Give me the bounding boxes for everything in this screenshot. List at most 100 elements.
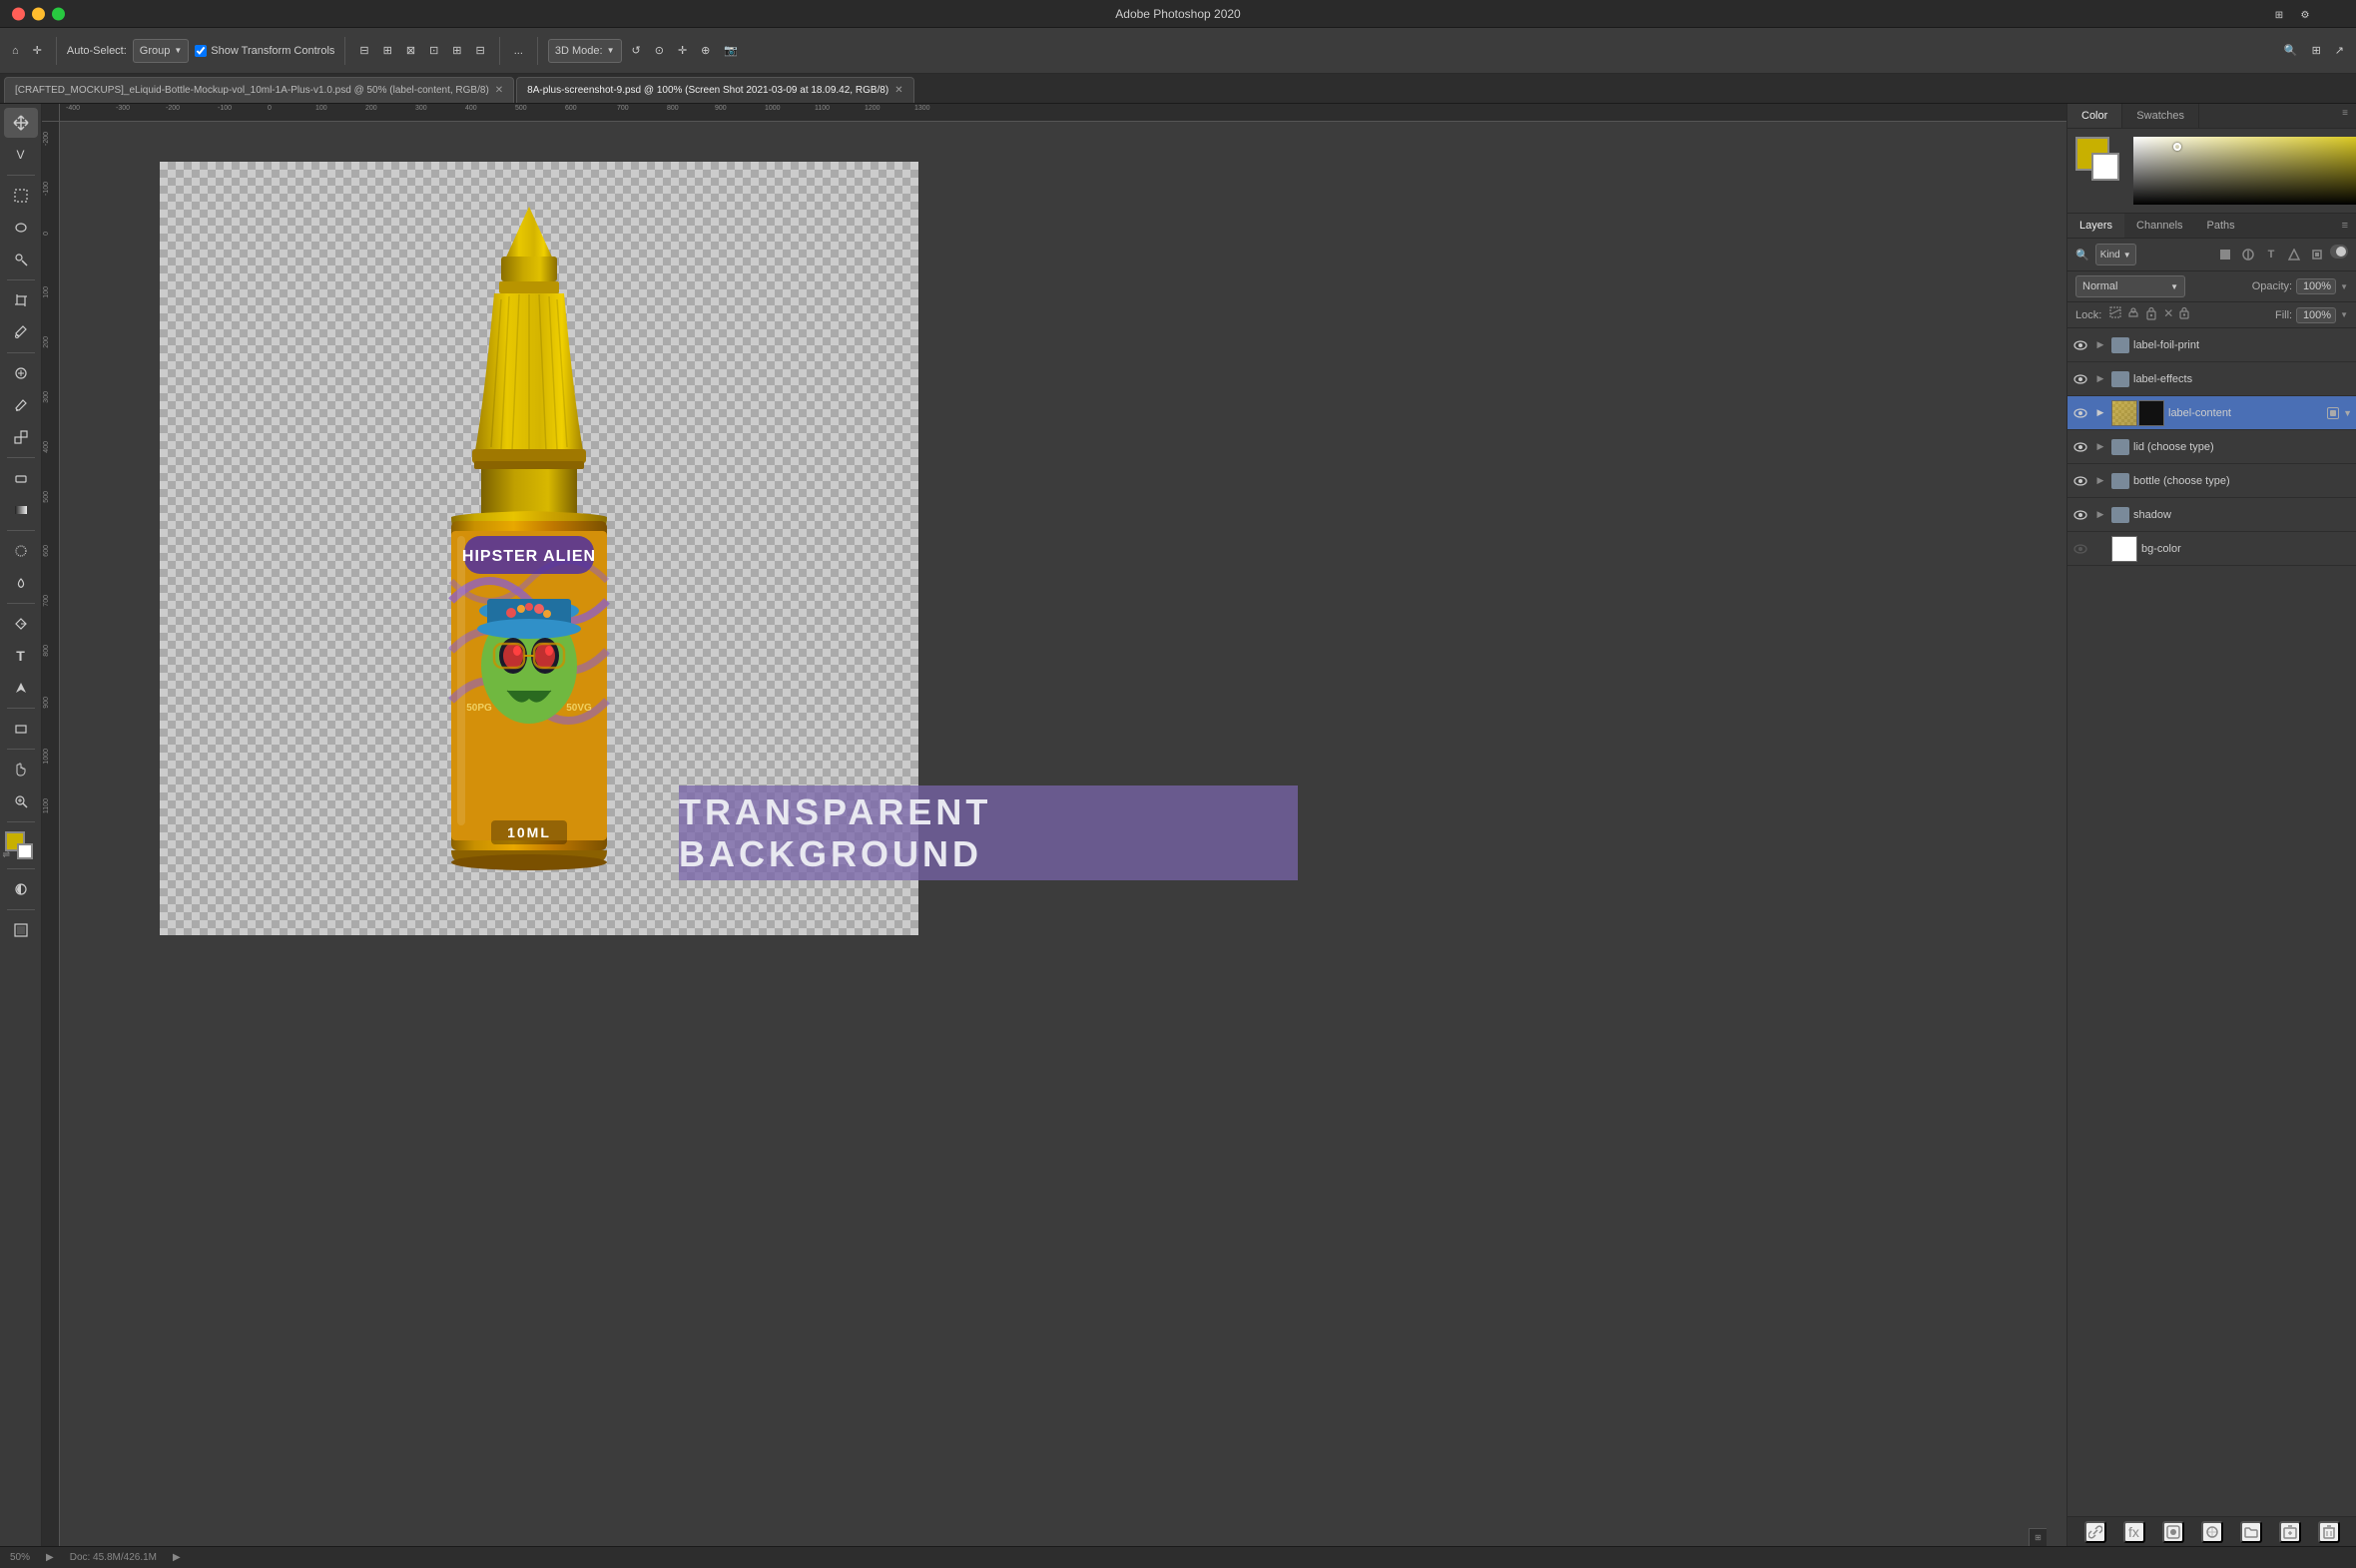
eyedropper-tool[interactable]: [4, 317, 38, 347]
new-group-btn[interactable]: [2240, 1521, 2262, 1543]
move-tool[interactable]: [4, 108, 38, 138]
filter-shape-btn[interactable]: [2284, 245, 2304, 264]
layer-expand-btn[interactable]: ▶: [2093, 474, 2107, 488]
layer-row-label-content[interactable]: ▶ label-content: [2067, 396, 2356, 430]
swatches-tab[interactable]: Swatches: [2122, 104, 2199, 128]
blend-mode-select[interactable]: Normal ▼: [2075, 275, 2185, 297]
new-adjustment-btn[interactable]: [2201, 1521, 2223, 1543]
layer-row-lid[interactable]: ▶ lid (choose type): [2067, 430, 2356, 464]
lock-all-btn[interactable]: [2179, 306, 2189, 323]
filter-type-btn[interactable]: T: [2261, 245, 2281, 264]
share-btn[interactable]: ↗: [2331, 37, 2348, 65]
align-left-btn[interactable]: ⊟: [355, 37, 372, 65]
add-style-btn[interactable]: fx: [2123, 1521, 2145, 1543]
tab-2-close[interactable]: ✕: [894, 85, 902, 96]
layer-visibility-btn[interactable]: [2071, 404, 2089, 422]
layer-visibility-btn[interactable]: [2071, 336, 2089, 354]
filter-adjustment-btn[interactable]: [2238, 245, 2258, 264]
transform-controls-label[interactable]: Show Transform Controls: [195, 45, 334, 57]
layers-tab[interactable]: Layers: [2067, 214, 2124, 238]
opacity-dropdown-arrow[interactable]: ▼: [2340, 282, 2348, 291]
traffic-lights[interactable]: [12, 7, 65, 20]
lock-image-btn[interactable]: [2127, 306, 2139, 323]
dodge-tool[interactable]: [4, 568, 38, 598]
tab-2[interactable]: 8A-plus-screenshot-9.psd @ 100% (Screen …: [516, 77, 913, 103]
layer-expand-btn[interactable]: ▶: [2093, 406, 2107, 420]
color-tab[interactable]: Color: [2067, 104, 2122, 128]
layer-row-label-effects[interactable]: ▶ label-effects: [2067, 362, 2356, 396]
new-layer-btn[interactable]: [2279, 1521, 2301, 1543]
background-color-swatch[interactable]: [17, 843, 33, 859]
layer-row-bg-color[interactable]: ▶ bg-color: [2067, 532, 2356, 566]
blur-tool[interactable]: [4, 536, 38, 566]
orbit-btn[interactable]: ⊙: [651, 37, 668, 65]
opacity-input[interactable]: 100%: [2296, 278, 2336, 294]
zoom-3d-btn[interactable]: ⊕: [697, 37, 714, 65]
doc-settings-btn[interactable]: ⚙: [2294, 4, 2316, 26]
lock-transparent-btn[interactable]: [2109, 306, 2121, 323]
layer-expand-btn[interactable]: ▶: [2093, 372, 2107, 386]
layer-row-label-foil-print[interactable]: ▶ label-foil-print: [2067, 328, 2356, 362]
layer-visibility-btn[interactable]: [2071, 540, 2089, 558]
align-middle-btn[interactable]: ⊞: [448, 37, 465, 65]
background-color-btn[interactable]: [2091, 153, 2119, 181]
layer-expand-btn[interactable]: ▶: [2093, 338, 2107, 352]
filter-pixel-btn[interactable]: [2215, 245, 2235, 264]
align-bottom-btn[interactable]: ⊟: [472, 37, 489, 65]
home-button[interactable]: ⌂: [8, 37, 23, 65]
eraser-tool[interactable]: [4, 463, 38, 493]
hand-tool[interactable]: [4, 755, 38, 784]
camera-btn[interactable]: 📷: [720, 37, 742, 65]
delete-layer-btn[interactable]: [2318, 1521, 2340, 1543]
swap-colors-btn[interactable]: ⇌: [3, 849, 11, 860]
filter-smartobj-btn[interactable]: [2307, 245, 2327, 264]
layer-visibility-btn[interactable]: [2071, 506, 2089, 524]
zoom-tool[interactable]: [4, 786, 38, 816]
transform-controls-checkbox[interactable]: [195, 45, 207, 57]
gradient-tool[interactable]: [4, 495, 38, 525]
color-panel-menu[interactable]: ≡: [2334, 104, 2356, 128]
path-select-tool[interactable]: [4, 673, 38, 703]
minimize-button[interactable]: [32, 7, 45, 20]
pen-tool[interactable]: [4, 609, 38, 639]
color-swatches[interactable]: ⇌: [3, 831, 39, 863]
pan-btn[interactable]: ✛: [674, 37, 691, 65]
layer-row-shadow[interactable]: ▶ shadow: [2067, 498, 2356, 532]
layer-expand-arrow[interactable]: ▼: [2343, 408, 2352, 418]
shape-tool[interactable]: [4, 714, 38, 744]
filter-toggle-btn[interactable]: [2330, 245, 2348, 259]
layer-expand-btn[interactable]: ▶: [2093, 508, 2107, 522]
move-tool-btn[interactable]: ✛: [29, 37, 46, 65]
layer-row-bottle[interactable]: ▶ bottle (choose type): [2067, 464, 2356, 498]
brush-tool[interactable]: [4, 390, 38, 420]
clone-stamp-tool[interactable]: [4, 422, 38, 452]
marquee-tool[interactable]: [4, 181, 38, 211]
crop-tool[interactable]: [4, 285, 38, 315]
paths-tab[interactable]: Paths: [2195, 214, 2247, 238]
canvas-corner-btn[interactable]: ⊞: [2029, 1528, 2047, 1546]
rotate-3d-btn[interactable]: ↺: [628, 37, 645, 65]
healing-brush-tool[interactable]: [4, 358, 38, 388]
close-button[interactable]: [12, 7, 25, 20]
align-center-btn[interactable]: ⊡: [425, 37, 442, 65]
filter-kind-select[interactable]: Kind ▼: [2095, 244, 2136, 265]
status-arrow-2[interactable]: ▶: [173, 1552, 181, 1563]
screen-mode-btn[interactable]: [4, 915, 38, 945]
search-btn[interactable]: 🔍: [2280, 37, 2302, 65]
magic-wand-tool[interactable]: [4, 245, 38, 274]
lock-artboards-btn[interactable]: ✕: [2163, 306, 2173, 323]
more-options-btn[interactable]: ...: [510, 37, 527, 65]
layer-expand-btn[interactable]: ▶: [2093, 542, 2107, 556]
status-arrow[interactable]: ▶: [46, 1552, 54, 1563]
maximize-button[interactable]: [52, 7, 65, 20]
arrange-docs-btn[interactable]: ⊞: [2268, 4, 2290, 26]
tab-1[interactable]: [CRAFTED_MOCKUPS]_eLiquid-Bottle-Mockup-…: [4, 77, 514, 103]
artboard-tool[interactable]: V: [4, 140, 38, 170]
layer-expand-btn[interactable]: ▶: [2093, 440, 2107, 454]
color-gradient-picker[interactable]: [2133, 137, 2356, 205]
add-mask-btn[interactable]: [2162, 1521, 2184, 1543]
layer-visibility-btn[interactable]: [2071, 472, 2089, 490]
auto-select-dropdown[interactable]: Group ▼: [133, 39, 190, 63]
quick-mask-btn[interactable]: [4, 874, 38, 904]
layer-visibility-btn[interactable]: [2071, 438, 2089, 456]
